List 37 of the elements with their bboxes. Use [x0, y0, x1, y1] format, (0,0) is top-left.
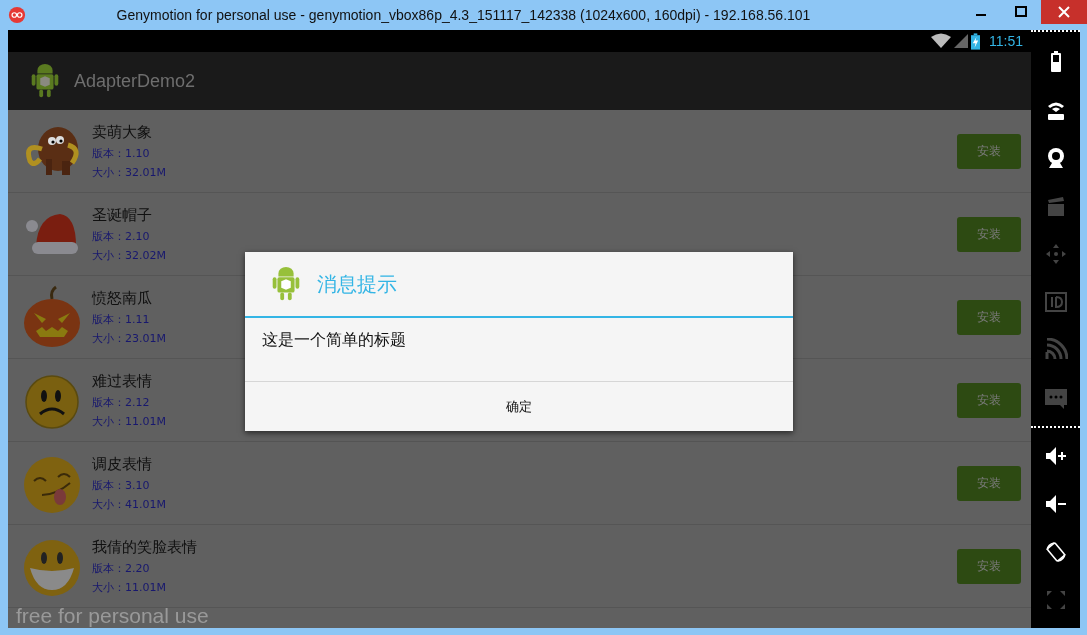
- app-version: 版本：2.20: [92, 560, 150, 576]
- app-version: 版本：1.10: [92, 145, 150, 161]
- install-button[interactable]: 安装: [957, 465, 1021, 501]
- install-button[interactable]: 安装: [957, 133, 1021, 169]
- app-name: 难过表情: [92, 371, 152, 391]
- app-version: 版本：2.12: [92, 394, 150, 410]
- dialog-title: 消息提示: [317, 270, 397, 298]
- app-name: 卖萌大象: [92, 122, 152, 142]
- app-name: 愤怒南瓜: [92, 288, 152, 308]
- app-logo-icon: [8, 6, 26, 24]
- app-size: 大小：41.01M: [92, 496, 166, 512]
- window-title: Genymotion for personal use - genymotion_vbox86p_4.3_151117_142338 (1024x600, 160dpi) - 192.168.56.101: [115, 7, 812, 23]
- dialog-message: 这是一个简单的标题: [262, 330, 406, 349]
- install-button[interactable]: 安装: [957, 382, 1021, 418]
- app-name: 我倩的笑脸表情: [92, 537, 197, 557]
- install-button[interactable]: 安装: [957, 216, 1021, 252]
- app-size: 大小：11.01M: [92, 579, 166, 595]
- app-size: 大小：11.01M: [92, 413, 166, 429]
- battery-charging-icon: [971, 32, 980, 50]
- install-button[interactable]: 安装: [957, 548, 1021, 584]
- app-size: 大小：32.01M: [92, 164, 166, 180]
- confirm-button[interactable]: 确定: [245, 382, 793, 431]
- app-size: 大小：32.02M: [92, 247, 166, 263]
- wifi-icon: [931, 33, 951, 49]
- app-version: 版本：1.11: [92, 311, 150, 327]
- app-name: 圣诞帽子: [92, 205, 152, 225]
- app-version: 版本：2.10: [92, 228, 150, 244]
- close-button[interactable]: [1041, 0, 1087, 24]
- rotate-icon[interactable]: [1043, 540, 1068, 564]
- app-size: 大小：23.01M: [92, 330, 166, 346]
- overlay-text: free for personal use: [16, 605, 209, 626]
- app-version: 版本：3.10: [92, 477, 150, 493]
- app-title: AdapterDemo2: [74, 70, 196, 92]
- signal-icon: [954, 33, 968, 49]
- app-name: 调皮表情: [92, 454, 152, 474]
- status-time: 11:51: [989, 33, 1023, 49]
- install-button[interactable]: 安装: [957, 299, 1021, 335]
